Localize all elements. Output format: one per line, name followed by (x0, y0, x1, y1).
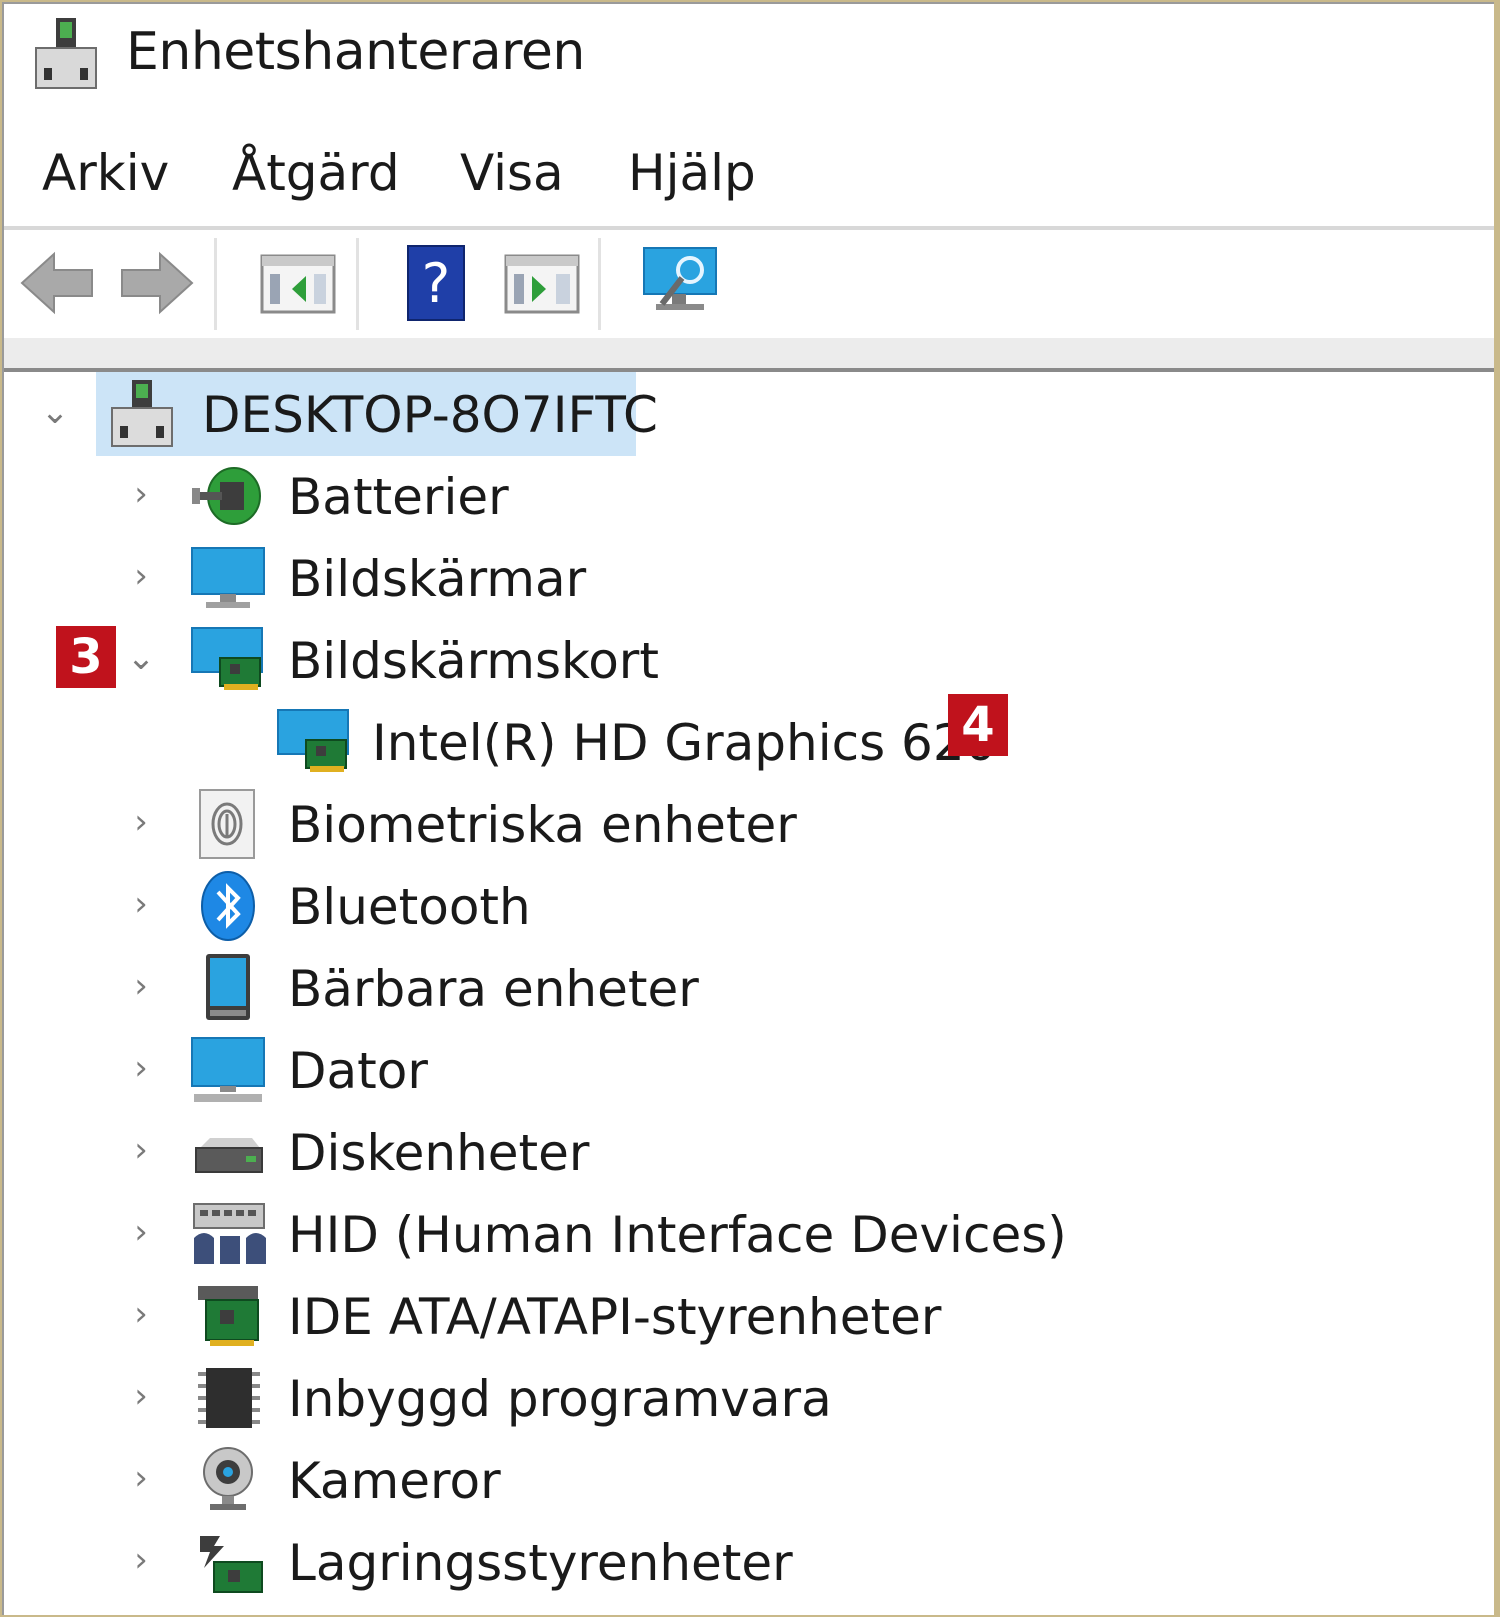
webcam-icon (203, 1447, 253, 1510)
battery-icon (192, 467, 261, 525)
computer-name: DESKTOP-8O7IFTC (202, 386, 658, 444)
toolbar-separator (214, 238, 217, 330)
tree-item-label: Kameror (288, 1452, 501, 1510)
bluetooth-icon (201, 871, 255, 941)
tree-item-label: Bildskärmar (288, 550, 587, 608)
tree-item-dator[interactable]: › Dator (4, 1028, 1494, 1110)
tree-item-label: Intel(R) HD Graphics 620 (372, 714, 997, 772)
tree-item-ide-ata-atapi[interactable]: › IDE ATA/ATAPI-styrenheter (4, 1274, 1494, 1356)
tree-item-label: Lagringsstyrenheter (288, 1534, 793, 1592)
menu-hjalp[interactable]: Hjälp (628, 144, 756, 202)
scan-hardware-icon[interactable] (638, 242, 722, 324)
chevron-right-icon[interactable]: › (126, 558, 156, 594)
display-adapter-icon (277, 709, 349, 772)
disk-drive-icon (195, 1138, 263, 1173)
tree-item-label: Bärbara enheter (288, 960, 699, 1018)
view-pane-icon[interactable] (502, 242, 582, 324)
monitor-icon (191, 547, 265, 608)
chevron-down-icon[interactable]: ⌄ (40, 394, 70, 430)
tree-item-intel-hd-graphics-620[interactable]: Intel(R) HD Graphics 620 4 (4, 694, 1494, 782)
menu-visa[interactable]: Visa (460, 144, 564, 202)
display-adapter-icon (191, 627, 263, 690)
tree-root[interactable]: ⌄ DESKTOP-8O7IFTC (4, 372, 1494, 456)
chevron-right-icon[interactable]: › (126, 1296, 156, 1332)
toolbar-separator (356, 238, 359, 330)
tree-item-barbara-enheter[interactable]: › Bärbara enheter (4, 946, 1494, 1028)
chevron-right-icon[interactable]: › (126, 804, 156, 840)
tree-item-label: Inbyggd programvara (288, 1370, 832, 1428)
toolbar-bottom-border (4, 338, 1494, 372)
menu-atgard[interactable]: Åtgärd (232, 144, 400, 202)
forward-arrow-icon[interactable] (118, 242, 196, 324)
tree-item-diskenheter[interactable]: › Diskenheter (4, 1110, 1494, 1192)
chevron-right-icon[interactable]: › (126, 886, 156, 922)
step-badge-3: 3 (56, 626, 116, 688)
chevron-right-icon[interactable]: › (126, 1378, 156, 1414)
tree-item-bildskarmar[interactable]: › Bildskärmar (4, 536, 1494, 618)
chevron-right-icon[interactable]: › (126, 1542, 156, 1578)
tree-item-label: Batterier (288, 468, 509, 526)
tree-item-hid[interactable]: › HID (Human Interface Devices) (4, 1192, 1494, 1274)
tree-item-label: Biometriska enheter (288, 796, 797, 854)
window-title: Enhetshanteraren (126, 22, 585, 82)
chevron-right-icon[interactable]: › (126, 1050, 156, 1086)
chevron-right-icon[interactable]: › (126, 476, 156, 512)
tree-item-label: Bildskärmskort (288, 632, 659, 690)
tree-item-label: Dator (288, 1042, 428, 1100)
firmware-chip-icon (198, 1368, 260, 1428)
tree-item-bildskarmskort[interactable]: 3 ⌄ Bildskärmskort (4, 618, 1494, 700)
tree-item-biometriska-enheter[interactable]: › Biometriska enheter (4, 782, 1494, 864)
fingerprint-icon (199, 789, 255, 859)
computer-tree-icon (111, 380, 173, 447)
chevron-right-icon[interactable]: › (126, 1214, 156, 1250)
tree-item-bluetooth[interactable]: › Bluetooth (4, 864, 1494, 946)
chevron-down-icon[interactable]: ⌄ (126, 640, 156, 676)
device-manager-icon (35, 18, 97, 89)
tree-item-label: HID (Human Interface Devices) (288, 1206, 1067, 1264)
ide-controller-icon (198, 1286, 259, 1346)
properties-pane-icon[interactable] (258, 242, 338, 324)
hid-keyboard-icon (193, 1203, 266, 1264)
device-manager-window: Enhetshanteraren Arkiv Åtgärd Visa Hjälp… (2, 2, 1494, 1615)
help-icon[interactable]: ? (404, 242, 468, 324)
tree-item-batterier[interactable]: › Batterier (4, 454, 1494, 536)
svg-text:?: ? (422, 252, 451, 315)
back-arrow-icon[interactable] (18, 242, 96, 324)
chevron-right-icon[interactable]: › (126, 1132, 156, 1168)
tree-item-label: Diskenheter (288, 1124, 590, 1182)
tree-item-label: IDE ATA/ATAPI-styrenheter (288, 1288, 942, 1346)
chevron-right-icon[interactable]: › (126, 968, 156, 1004)
portable-device-icon (206, 954, 250, 1020)
chevron-right-icon[interactable]: › (126, 1460, 156, 1496)
tree-item-label: Bluetooth (288, 878, 531, 936)
tree-item-lagringsstyrenheter[interactable]: › Lagringsstyrenheter (4, 1520, 1494, 1602)
title-bar: Enhetshanteraren (4, 4, 1494, 114)
toolbar-separator (598, 238, 601, 330)
step-badge-4: 4 (948, 694, 1008, 756)
tree-item-kameror[interactable]: › Kameror (4, 1438, 1494, 1520)
menu-arkiv[interactable]: Arkiv (42, 144, 169, 202)
computer-monitor-icon (191, 1037, 265, 1102)
tree-item-inbyggd-programvara[interactable]: › Inbyggd programvara (4, 1356, 1494, 1438)
toolbar: ? (4, 226, 1494, 338)
menu-bar: Arkiv Åtgärd Visa Hjälp (4, 134, 1494, 214)
storage-controller-icon (200, 1536, 263, 1593)
